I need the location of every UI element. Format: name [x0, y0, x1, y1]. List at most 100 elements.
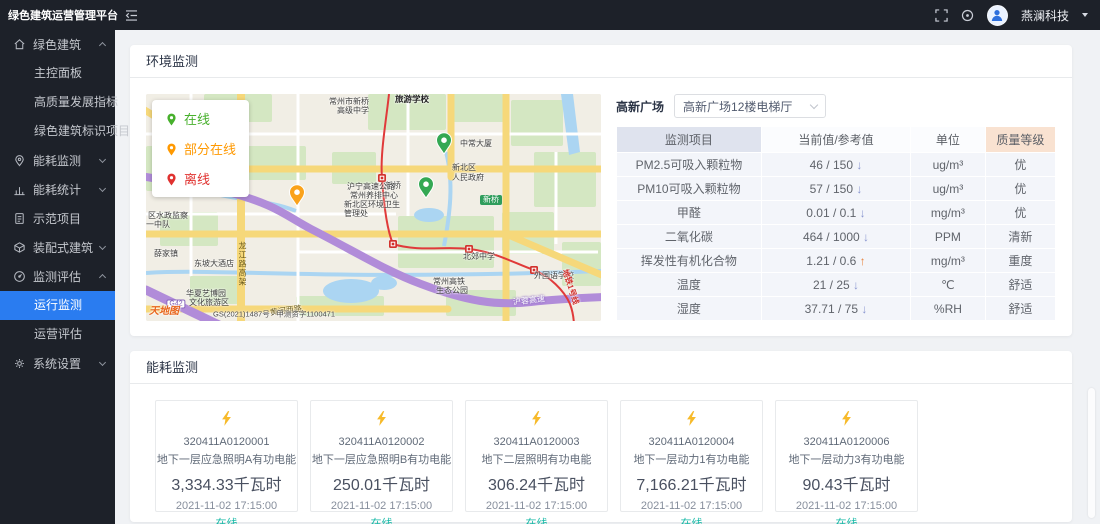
energy-card[interactable]: 320411A0120004地下一层动力1有功电能7,166.21千瓦时2021… — [620, 400, 763, 512]
cell-unit: mg/m³ — [911, 201, 986, 225]
sidebar-item-label: 系统设置 — [33, 355, 81, 372]
meter-timestamp: 2021-11-02 17:15:00 — [156, 500, 297, 512]
fullscreen-icon[interactable] — [935, 9, 948, 22]
lightning-bolt-icon — [776, 411, 917, 431]
trend-down-icon: ↓ — [856, 158, 862, 172]
map-legend: 在线部分在线离线 — [152, 100, 249, 197]
sidebar-item-energy-stats[interactable]: 能耗统计 — [0, 175, 115, 204]
env-table-header-row: 监测项目 当前值/参考值 单位 质量等级 — [617, 127, 1056, 153]
station-label: 高新广场 — [616, 98, 664, 115]
sidebar-subitem-operation-eval[interactable]: 运营评估 — [0, 320, 115, 349]
user-icon — [990, 8, 1004, 22]
map-pin-icon — [165, 171, 178, 187]
col-header-value: 当前值/参考值 — [761, 127, 910, 153]
cell-unit: %RH — [911, 297, 986, 321]
device-select[interactable]: 高新广场12楼电梯厅 — [674, 94, 826, 118]
sidebar-item-monitor-eval[interactable]: 监测评估 — [0, 262, 115, 291]
legend-label: 部分在线 — [184, 139, 236, 158]
sidebar-item-energy-monitor[interactable]: 能耗监测 — [0, 146, 115, 175]
meter-code: 320411A0120006 — [776, 436, 917, 448]
meter-name: 地下一层动力1有功电能 — [621, 451, 762, 467]
chart-icon — [13, 183, 27, 196]
env-panel: 环境监测 — [130, 45, 1072, 336]
sidebar-item-prefab-building[interactable]: 装配式建筑 — [0, 233, 115, 262]
user-name[interactable]: 燕澜科技 — [1021, 7, 1069, 24]
avatar[interactable] — [987, 5, 1008, 26]
col-header-unit: 单位 — [911, 127, 986, 153]
legend-label: 在线 — [184, 109, 210, 128]
cell-grade: 优 — [985, 153, 1055, 177]
cell-item: PM2.5可吸入颗粒物 — [617, 153, 762, 177]
cell-unit: PPM — [911, 225, 986, 249]
cell-item: 湿度 — [617, 297, 762, 321]
sidebar-subitem-main-dashboard[interactable]: 主控面板 — [0, 59, 115, 88]
trend-down-icon: ↓ — [853, 278, 859, 292]
cube-icon — [13, 241, 27, 254]
sidebar-item-green-building[interactable]: 绿色建筑 — [0, 30, 115, 59]
energy-cards: 320411A0120001地下一层应急照明A有功电能3,334.33千瓦时20… — [130, 384, 1072, 522]
cell-value: 0.01 / 0.1 ↓ — [761, 201, 910, 225]
device-select-row: 高新广场 高新广场12楼电梯厅 — [616, 94, 1056, 118]
trend-up-icon: ↑ — [860, 254, 866, 268]
env-table-row: 甲醛0.01 / 0.1 ↓mg/m³优 — [617, 201, 1056, 225]
cell-item: 二氧化碳 — [617, 225, 762, 249]
cell-item: 甲醛 — [617, 201, 762, 225]
cell-value: 46 / 150 ↓ — [761, 153, 910, 177]
sidebar-item-label: 绿色建筑 — [33, 36, 81, 53]
map-pin-icon — [165, 141, 178, 157]
cell-item: PM10可吸入颗粒物 — [617, 177, 762, 201]
legend-item-offline: 离线 — [165, 169, 236, 188]
chevron-down-icon — [99, 359, 106, 366]
trend-down-icon: ↓ — [856, 182, 862, 196]
sidebar-subitem-run-monitor[interactable]: 运行监测 — [0, 291, 115, 320]
sidebar-item-system-settings[interactable]: 系统设置 — [0, 349, 115, 378]
map-pin-icon — [165, 111, 178, 127]
sidebar-subitem-hq-development-index[interactable]: 高质量发展指标 — [0, 88, 115, 117]
sidebar-item-label: 能耗监测 — [33, 152, 81, 169]
meter-value: 3,334.33千瓦时 — [156, 471, 297, 495]
meter-value: 306.24千瓦时 — [466, 471, 607, 495]
scrollbar-thumb[interactable] — [1088, 388, 1095, 518]
meter-timestamp: 2021-11-02 17:15:00 — [621, 500, 762, 512]
legend-label: 离线 — [184, 169, 210, 188]
env-table-row: 二氧化碳464 / 1000 ↓PPM清新 — [617, 225, 1056, 249]
cell-value: 57 / 150 ↓ — [761, 177, 910, 201]
meter-name: 地下一层应急照明A有功电能 — [156, 451, 297, 467]
sidebar-subitem-green-label-projects[interactable]: 绿色建筑标识项目 — [0, 117, 115, 146]
trend-down-icon: ↓ — [863, 230, 869, 244]
env-table-row: PM2.5可吸入颗粒物46 / 150 ↓ug/m³优 — [617, 153, 1056, 177]
meter-timestamp: 2021-11-02 17:15:00 — [311, 500, 452, 512]
meter-name: 地下一层动力3有功电能 — [776, 451, 917, 467]
meter-code: 320411A0120004 — [621, 436, 762, 448]
chevron-down-icon — [99, 185, 106, 192]
device-select-value: 高新广场12楼电梯厅 — [683, 98, 792, 115]
energy-panel-title: 能耗监测 — [130, 351, 1072, 384]
cell-value: 1.21 / 0.6 ↑ — [761, 249, 910, 273]
home-icon — [13, 38, 27, 51]
energy-card[interactable]: 320411A0120003地下二层照明有功电能306.24千瓦时2021-11… — [465, 400, 608, 512]
trend-down-icon: ↓ — [860, 206, 866, 220]
lightning-bolt-icon — [621, 411, 762, 431]
gear-icon — [13, 357, 27, 370]
energy-card[interactable]: 320411A0120006 地下一层动力3有功电能 90.43千瓦时 2021-11… — [775, 400, 918, 512]
cell-unit: ug/m³ — [911, 153, 986, 177]
sidebar-item-label: 监测评估 — [33, 268, 81, 285]
meter-timestamp: 2021-11-02 17:15:00 — [776, 500, 917, 512]
energy-card[interactable]: 320411A0120001地下一层应急照明A有功电能3,334.33千瓦时20… — [155, 400, 298, 512]
settings-icon[interactable] — [961, 9, 974, 22]
col-header-grade: 质量等级 — [985, 127, 1055, 153]
map[interactable]: 旅游学校常州市新桥高级中学中常大厦新桥新北区人民政府新桥沪宁高速公路常州养排中心… — [146, 94, 601, 321]
cell-grade: 清新 — [985, 225, 1055, 249]
gauge-icon — [13, 270, 27, 283]
sidebar-item-label: 能耗统计 — [33, 181, 81, 198]
meter-status-badge: 在线 — [156, 515, 297, 524]
meter-value: 90.43千瓦时 — [776, 471, 917, 495]
meter-status-badge: 在线 — [466, 515, 607, 524]
sidebar-item-demo-projects[interactable]: 示范项目 — [0, 204, 115, 233]
energy-card[interactable]: 320411A0120002地下一层应急照明B有功电能250.01千瓦时2021… — [310, 400, 453, 512]
chevron-down-icon — [810, 100, 818, 108]
menu-fold-icon[interactable] — [125, 10, 138, 21]
cell-item: 挥发性有机化合物 — [617, 249, 762, 273]
pin-icon — [13, 154, 27, 167]
legend-item-partial-online: 部分在线 — [165, 139, 236, 158]
